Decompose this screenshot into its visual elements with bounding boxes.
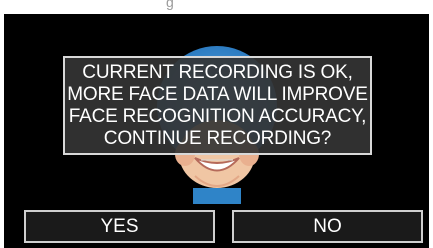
confirmation-dialog: CURRENT RECORDING IS OK, MORE FACE DATA … [63, 56, 372, 155]
partial-title: g [0, 0, 433, 14]
no-button[interactable]: NO [232, 210, 423, 243]
title-strip: g [0, 0, 433, 14]
partial-title-text: g [166, 0, 174, 10]
no-button-label: NO [313, 215, 342, 237]
camera-screen: g CURRENT RECORDING IS OK, MORE FACE DAT… [0, 0, 433, 248]
dialog-message: CURRENT RECORDING IS OK, MORE FACE DATA … [67, 61, 368, 149]
yes-button[interactable]: YES [24, 210, 215, 243]
yes-button-label: YES [100, 215, 139, 237]
